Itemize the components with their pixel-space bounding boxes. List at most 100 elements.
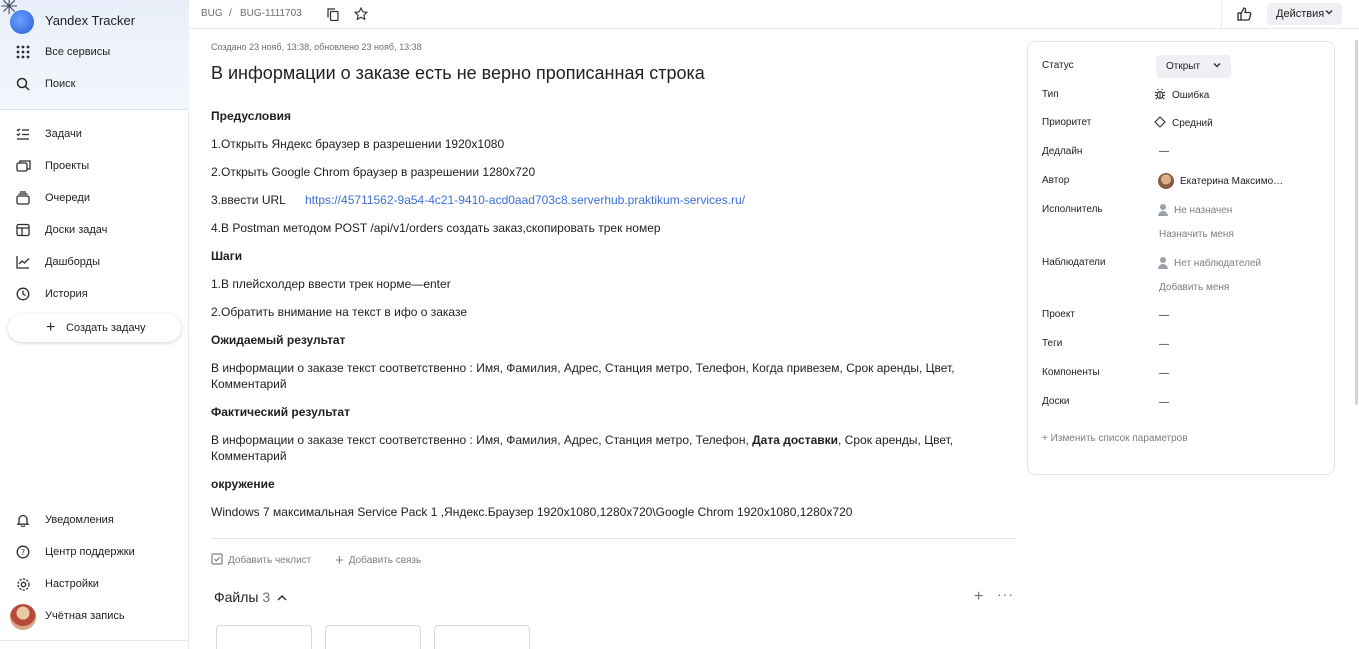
file-card[interactable] (434, 625, 530, 649)
watchers-value: Нет наблюдателей (1174, 257, 1262, 269)
sidebar-item-label: Поиск (45, 78, 76, 90)
change-params-label: Изменить список параметров (1050, 433, 1188, 444)
create-task-label: Создать задачу (66, 322, 146, 334)
sidebar-item-label: Все сервисы (45, 46, 111, 58)
add-link-button[interactable]: + Добавить связь (335, 553, 421, 568)
add-file-button[interactable]: + (974, 588, 983, 606)
add-link-label: Добавить связь (348, 555, 422, 566)
sidebar-item-label: Дашборды (45, 256, 100, 268)
plus-icon: + (46, 319, 56, 336)
star-icon[interactable] (353, 6, 369, 22)
type-field[interactable]: Ошибка (1154, 88, 1209, 103)
components-value[interactable]: — (1159, 368, 1169, 379)
gear-icon (14, 575, 32, 593)
priority-field[interactable]: Средний (1154, 116, 1213, 131)
deadline-value[interactable]: — (1159, 146, 1169, 157)
description-line: 2.Открыть Google Chrom браузер в разреше… (211, 165, 536, 179)
sidebar-item-all-services[interactable]: Все сервисы (0, 38, 189, 66)
author-value: Екатерина Максимо… (1180, 175, 1284, 187)
sidebar: ✳ Yandex Tracker Все сервисы Поиск Задач… (0, 0, 189, 649)
dashboards-icon (14, 253, 32, 271)
sidebar-item-label: Проекты (45, 160, 90, 172)
queues-icon (14, 189, 32, 207)
sidebar-item-history[interactable]: История (0, 280, 189, 308)
sidebar-item-settings[interactable]: Настройки (0, 570, 189, 598)
avatar (1158, 173, 1174, 189)
breadcrumb-issue-key[interactable]: BUG-1111703 (240, 8, 302, 19)
file-card[interactable] (325, 625, 421, 649)
deadline-label: Дедлайн (1042, 146, 1083, 157)
status-value: Открыт (1166, 61, 1201, 72)
assignee-field[interactable]: Не назначен (1158, 204, 1232, 216)
watchers-field[interactable]: Нет наблюдателей (1158, 257, 1261, 269)
description-line: 3.ввести URL (211, 193, 286, 207)
sidebar-item-boards[interactable]: Доски задач (0, 216, 189, 244)
add-checklist-button[interactable]: Добавить чеклист (211, 553, 311, 568)
author-label: Автор (1042, 175, 1070, 186)
sidebar-item-label: Центр поддержки (45, 546, 135, 558)
issue-title[interactable]: В информации о заказе есть не верно проп… (211, 63, 705, 84)
help-icon: ? (14, 543, 32, 561)
url-link[interactable]: https://45711562-9a54-4c21-9410-acd0aad7… (305, 193, 745, 207)
components-label: Компоненты (1042, 367, 1100, 378)
svg-text:?: ? (21, 548, 25, 557)
projects-icon (14, 157, 32, 175)
file-card[interactable] (216, 625, 312, 649)
status-label: Статус (1042, 60, 1074, 71)
sidebar-item-account[interactable]: Учётная запись (0, 602, 189, 630)
sidebar-item-label: Учётная запись (45, 610, 125, 622)
section-heading: Фактический результат (211, 405, 350, 419)
bug-icon (1154, 88, 1166, 103)
files-section-toggle[interactable]: Файлы 3 (214, 589, 288, 606)
sidebar-item-projects[interactable]: Проекты (0, 152, 189, 180)
tags-label: Теги (1042, 338, 1063, 349)
project-value[interactable]: — (1159, 310, 1169, 321)
chevron-down-icon (1212, 60, 1222, 72)
breadcrumb-queue[interactable]: BUG (201, 8, 223, 19)
sidebar-item-tasks[interactable]: Задачи (0, 120, 189, 148)
author-field[interactable]: Екатерина Максимо… (1158, 173, 1283, 189)
add-me-link[interactable]: Добавить меня (1159, 282, 1229, 293)
diamond-icon (1154, 116, 1166, 131)
type-label: Тип (1042, 89, 1059, 100)
chevron-down-icon (1324, 7, 1334, 20)
divider (211, 538, 1016, 539)
actions-button[interactable]: Действия (1267, 3, 1342, 25)
boards-icon (14, 221, 32, 239)
breadcrumb-separator: / (229, 8, 232, 19)
watchers-label: Наблюдатели (1042, 257, 1106, 268)
description-line: 4.В Postman методом POST /api/v1/orders … (211, 221, 661, 235)
sidebar-item-search[interactable]: Поиск (0, 70, 189, 98)
sidebar-item-dashboards[interactable]: Дашборды (0, 248, 189, 276)
add-checklist-label: Добавить чеклист (228, 555, 312, 566)
like-icon[interactable] (1236, 6, 1252, 22)
divider (1221, 0, 1222, 29)
create-task-button[interactable]: + Создать задачу (8, 314, 181, 342)
sidebar-item-label: Уведомления (45, 514, 114, 526)
issue-meta: Создано 23 нояб, 13:38, обновлено 23 ноя… (211, 42, 422, 52)
tags-value[interactable]: — (1159, 339, 1169, 350)
status-dropdown[interactable]: Открыт (1156, 55, 1231, 78)
top-bar: BUG / BUG-1111703 Действия (189, 0, 1359, 29)
more-icon[interactable]: ··· (997, 586, 1014, 602)
assignee-value: Не назначен (1174, 204, 1233, 216)
sidebar-item-support[interactable]: ? Центр поддержки (0, 538, 189, 566)
copy-icon[interactable] (325, 6, 341, 22)
divider (0, 640, 189, 641)
actual-text-bold: Дата доставки (752, 433, 839, 447)
sidebar-item-queues[interactable]: Очереди (0, 184, 189, 212)
description-line: Windows 7 максимальная Service Pack 1 ,Я… (211, 505, 853, 519)
assign-me-link[interactable]: Назначить меня (1159, 229, 1234, 240)
section-heading: окружение (211, 477, 275, 491)
scrollbar[interactable] (1355, 40, 1358, 405)
bell-icon (14, 511, 32, 529)
person-icon (1158, 257, 1168, 269)
description-line: 2.Обратить внимание на текст в ифо о зак… (211, 305, 468, 319)
sidebar-item-notifications[interactable]: Уведомления (0, 506, 189, 534)
change-params-button[interactable]: + Изменить список параметров (1042, 433, 1188, 444)
plus-icon: + (1042, 433, 1048, 444)
boards-value[interactable]: — (1159, 397, 1169, 408)
grid-icon (14, 43, 32, 61)
description-line: Комментарий (211, 449, 287, 463)
history-icon (14, 285, 32, 303)
